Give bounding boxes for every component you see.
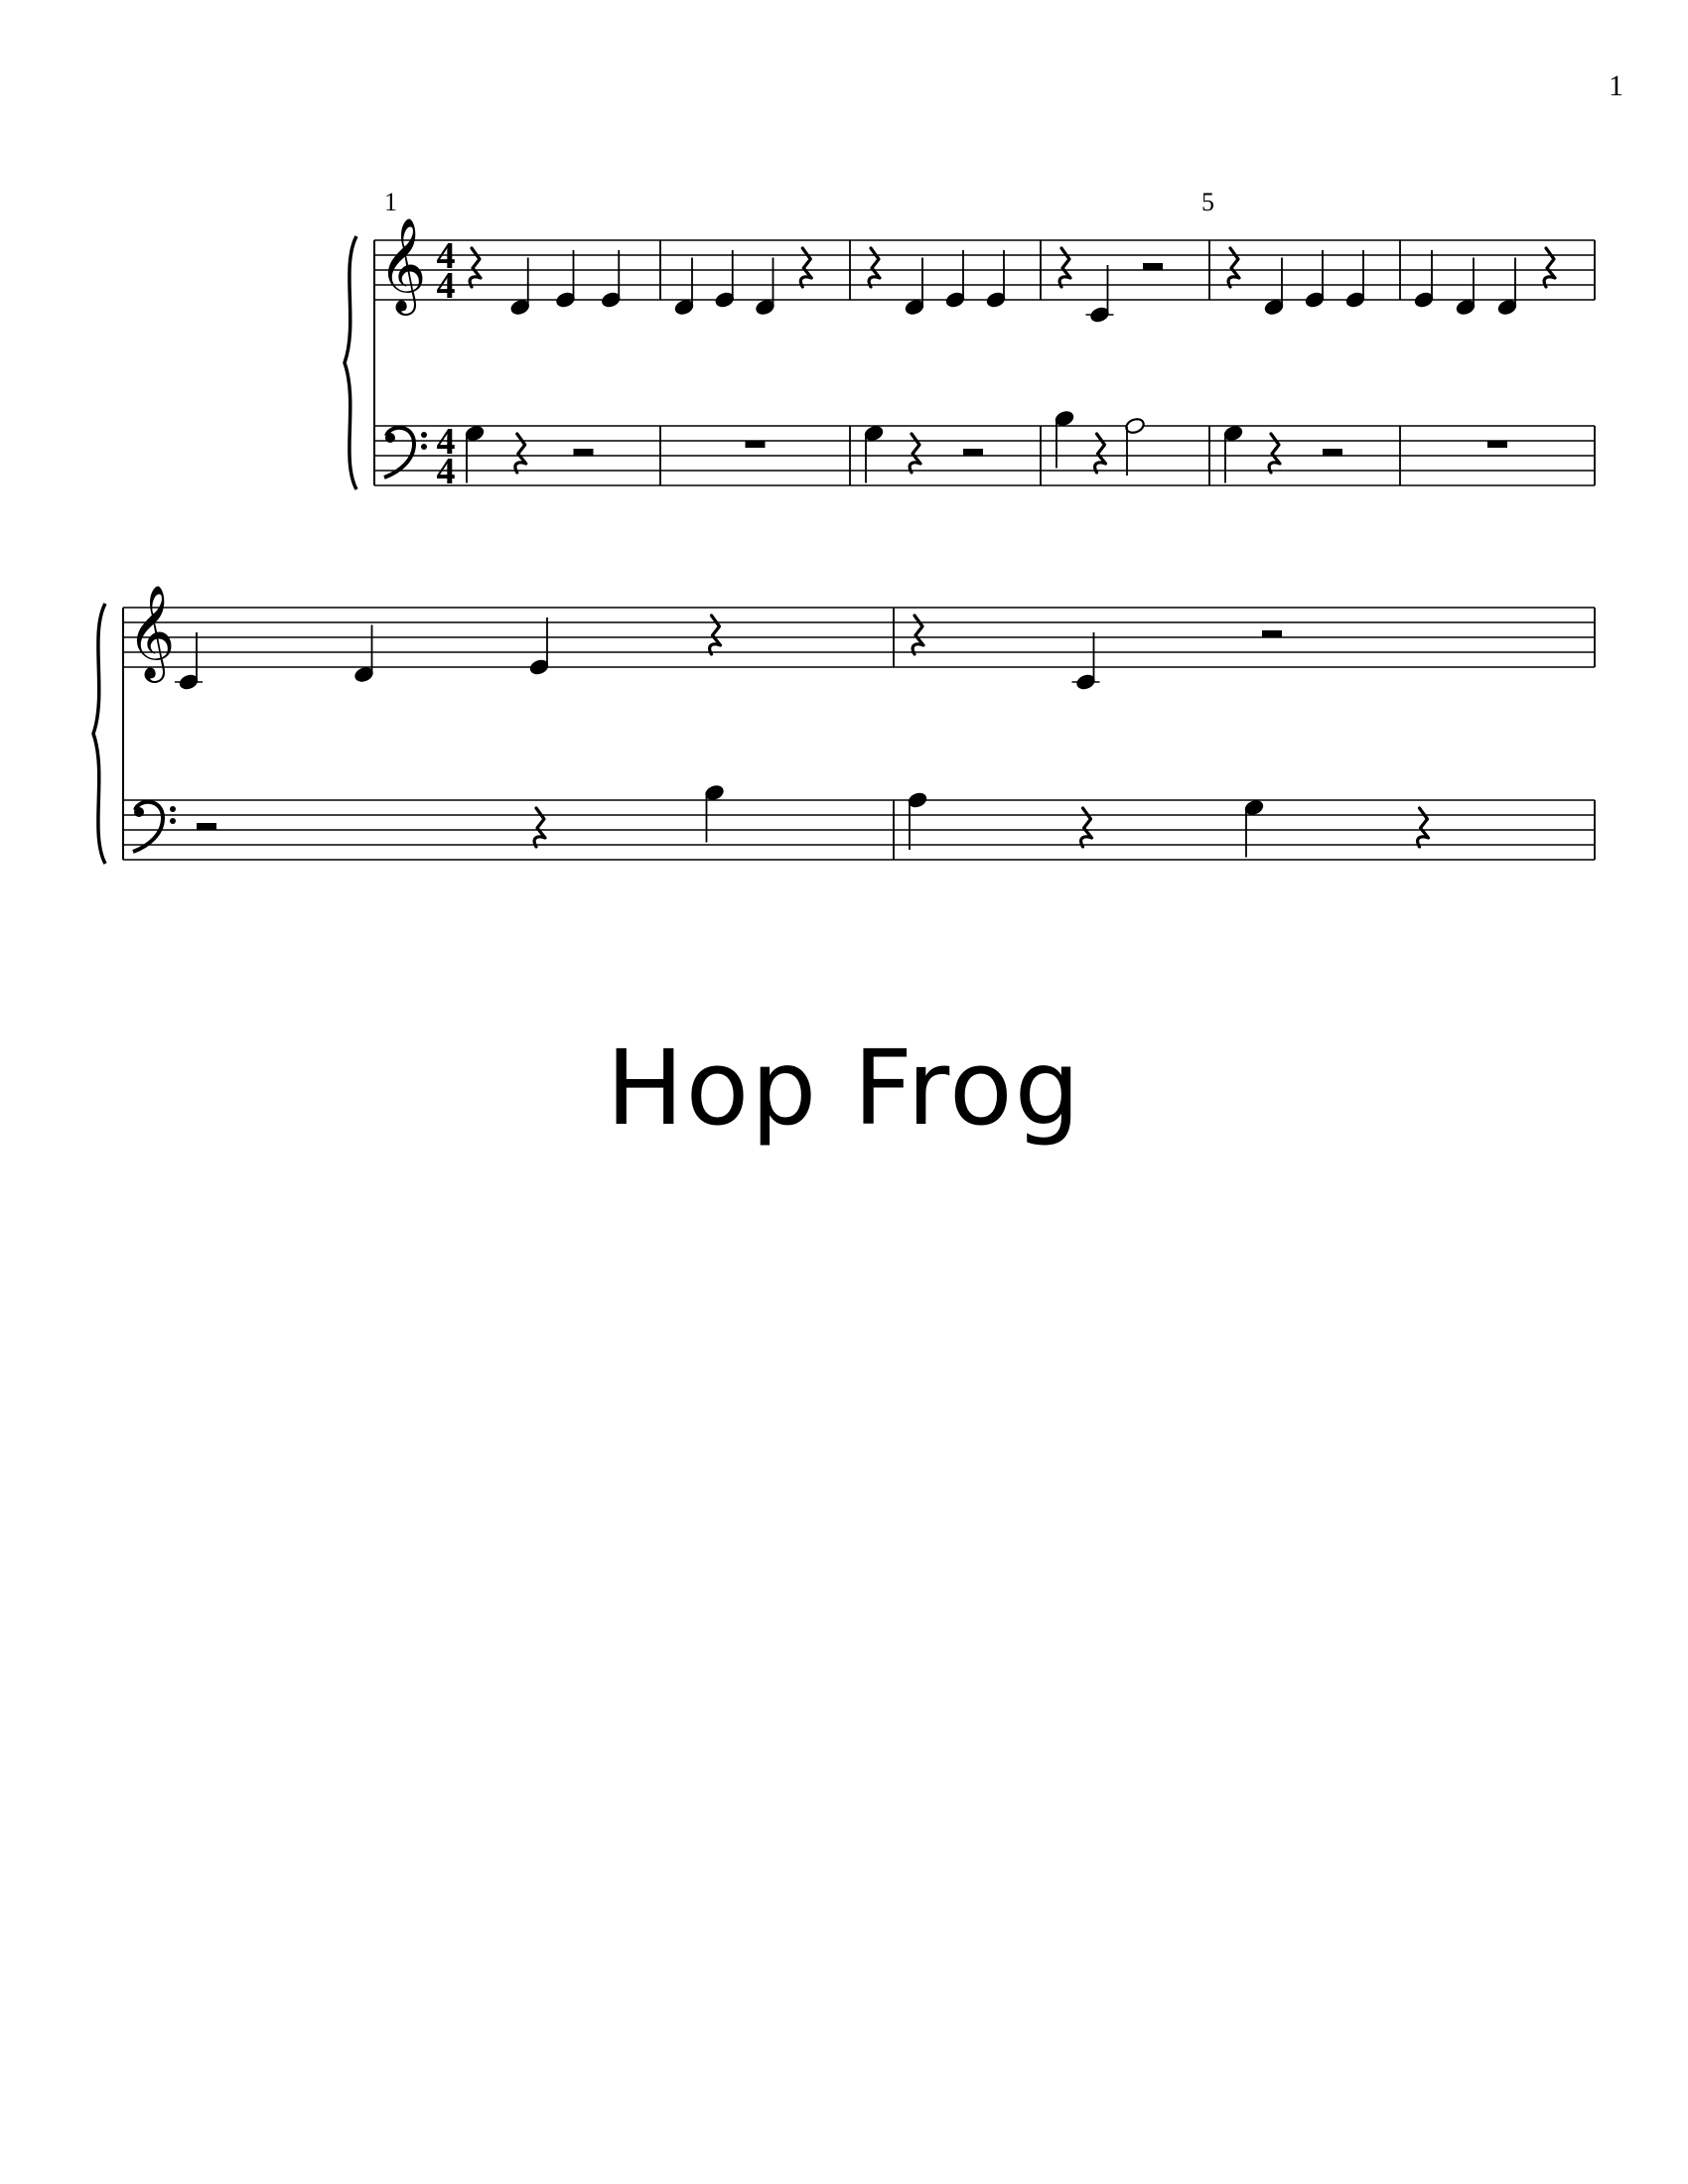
treble-staff <box>123 607 1595 668</box>
quarter-rest <box>798 246 813 289</box>
quarter-rest <box>1093 432 1108 475</box>
treble-measure-8 <box>911 614 1282 690</box>
measure-number: 1 <box>384 188 397 216</box>
half-rest <box>1323 449 1342 456</box>
half-rest <box>963 449 983 456</box>
treble-clef: 𝄞 <box>127 585 175 683</box>
title: Hop Frog <box>606 1027 1082 1149</box>
system-brace <box>343 235 358 490</box>
half-rest <box>1143 263 1163 270</box>
bass-staff <box>374 425 1595 486</box>
quarter-rest <box>908 432 922 475</box>
bass-measure-4 <box>1055 411 1145 476</box>
half-rest <box>573 449 594 456</box>
quarter-rest <box>1416 806 1431 849</box>
quarter-rest <box>532 806 547 849</box>
half-rest <box>1262 630 1282 637</box>
half-rest <box>197 823 216 830</box>
whole-rest <box>1487 441 1507 448</box>
treble-measure-2 <box>674 246 813 315</box>
system-1: 𝄞 44441 5 <box>343 188 1596 492</box>
bass-measure-3 <box>864 426 983 483</box>
quarter-rest <box>1057 246 1072 289</box>
treble-measure-1 <box>468 246 621 315</box>
system-brace <box>91 603 107 865</box>
treble-measure-3 <box>867 246 1006 315</box>
whole-rest <box>745 441 766 448</box>
quarter-rest <box>1267 432 1282 475</box>
quarter-rest <box>867 246 882 289</box>
score: 𝄞 44441 5𝄞 <box>91 188 1596 865</box>
treble-measure-4 <box>1057 246 1163 323</box>
quarter-rest <box>911 614 925 656</box>
treble-measure-5 <box>1226 246 1365 315</box>
treble-measure-7 <box>175 614 723 690</box>
quarter-rest <box>1079 806 1094 849</box>
quarter-rest <box>513 432 528 475</box>
bass-measure-5 <box>1223 426 1342 483</box>
time-signature-denominator: 4 <box>437 451 456 492</box>
quarter-rest <box>1542 246 1557 289</box>
bass-staff <box>123 799 1595 861</box>
quarter-rest <box>708 614 723 656</box>
time-signature-denominator: 4 <box>437 265 456 307</box>
quarter-rest <box>468 246 483 289</box>
treble-staff <box>374 239 1595 301</box>
measure-number: 5 <box>1201 188 1214 216</box>
quarter-rest <box>1226 246 1241 289</box>
bass-measure-1 <box>465 426 594 483</box>
system-2: 𝄞 <box>91 585 1596 865</box>
treble-clef: 𝄞 <box>378 217 426 316</box>
bass-measure-6 <box>1487 441 1507 448</box>
bass-measure-2 <box>745 441 766 448</box>
treble-measure-6 <box>1414 246 1557 315</box>
